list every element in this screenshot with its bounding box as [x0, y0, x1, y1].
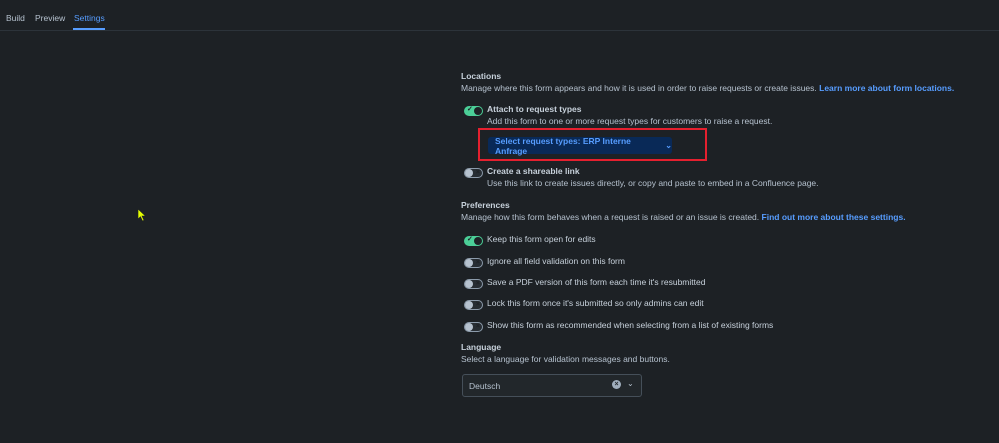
- language-title: Language: [461, 342, 502, 352]
- tab-bar: Build Preview Settings: [0, 0, 999, 31]
- save-pdf-toggle[interactable]: ×: [464, 279, 483, 289]
- preferences-description-text: Manage how this form behaves when a requ…: [461, 212, 760, 222]
- attach-request-types-toggle[interactable]: ✓: [464, 106, 483, 116]
- close-icon: ×: [475, 323, 480, 330]
- lock-form-toggle[interactable]: ×: [464, 300, 483, 310]
- clear-icon[interactable]: ×: [612, 380, 621, 389]
- locations-description-text: Manage where this form appears and how i…: [461, 83, 817, 93]
- save-pdf-label: Save a PDF version of this form each tim…: [487, 277, 706, 287]
- mouse-cursor-icon: [138, 209, 147, 222]
- close-icon: ×: [475, 280, 480, 287]
- select-request-types-button[interactable]: Select request types: ERP Interne Anfrag…: [488, 135, 672, 156]
- preferences-title: Preferences: [461, 200, 510, 210]
- close-icon: ×: [475, 301, 480, 308]
- language-select[interactable]: Deutsch × ⌄: [462, 374, 642, 397]
- toggle-knob: [474, 107, 482, 115]
- preferences-find-out-more-link[interactable]: Find out more about these settings.: [762, 212, 906, 222]
- language-value: Deutsch: [469, 381, 501, 391]
- locations-learn-more-link[interactable]: Learn more about form locations.: [819, 83, 954, 93]
- tab-preview[interactable]: Preview: [35, 13, 65, 23]
- locations-title: Locations: [461, 71, 502, 81]
- attach-request-types-label: Attach to request types: [487, 104, 582, 114]
- close-icon: ×: [475, 169, 480, 176]
- toggle-knob: [465, 323, 473, 331]
- toggle-knob: [474, 237, 482, 245]
- language-description: Select a language for validation message…: [461, 354, 670, 364]
- ignore-validation-label: Ignore all field validation on this form: [487, 256, 625, 266]
- shareable-link-toggle[interactable]: ×: [464, 168, 483, 178]
- show-recommended-toggle[interactable]: ×: [464, 322, 483, 332]
- select-request-types-label: Select request types: ERP Interne Anfrag…: [495, 135, 631, 156]
- close-icon: ×: [475, 259, 480, 266]
- chevron-down-icon: ⌄: [665, 141, 672, 150]
- lock-form-label: Lock this form once it's submitted so on…: [487, 298, 704, 308]
- locations-description: Manage where this form appears and how i…: [461, 83, 954, 93]
- preferences-description: Manage how this form behaves when a requ…: [461, 212, 906, 222]
- check-icon: ✓: [467, 236, 473, 243]
- toggle-knob: [465, 280, 473, 288]
- toggle-knob: [465, 259, 473, 267]
- check-icon: ✓: [467, 106, 473, 113]
- active-tab-indicator: [73, 28, 105, 30]
- tab-settings[interactable]: Settings: [74, 13, 105, 23]
- chevron-down-icon[interactable]: ⌄: [627, 379, 634, 388]
- shareable-link-label: Create a shareable link: [487, 166, 580, 176]
- show-recommended-label: Show this form as recommended when selec…: [487, 320, 774, 330]
- keep-open-toggle[interactable]: ✓: [464, 236, 483, 246]
- shareable-link-description: Use this link to create issues directly,…: [487, 178, 819, 188]
- tab-build[interactable]: Build: [6, 13, 25, 23]
- toggle-knob: [465, 301, 473, 309]
- toggle-knob: [465, 169, 473, 177]
- ignore-validation-toggle[interactable]: ×: [464, 258, 483, 268]
- attach-request-types-description: Add this form to one or more request typ…: [487, 116, 773, 126]
- keep-open-label: Keep this form open for edits: [487, 234, 596, 244]
